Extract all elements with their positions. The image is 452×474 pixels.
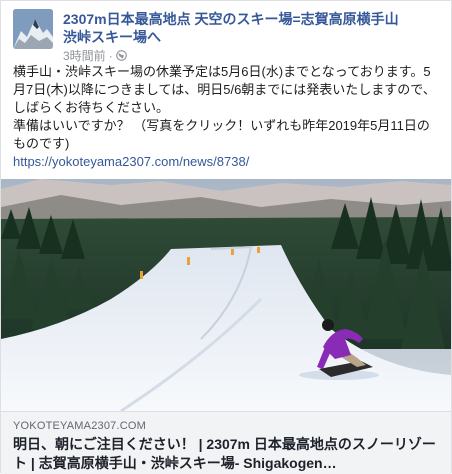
link-preview[interactable]: YOKOTEYAMA2307.COM 明日、朝にご注目ください！ | 2307m… xyxy=(1,411,451,474)
post-header: 2307m日本最高地点 天空のスキー場=志賀高原横手山渋峠スキー場へ 3時間前 … xyxy=(13,9,443,64)
post-link-url[interactable]: https://yokoteyama2307.com/news/8738/ xyxy=(13,154,249,169)
meta-separator: · xyxy=(108,48,113,63)
preview-domain: YOKOTEYAMA2307.COM xyxy=(13,420,146,432)
post-text: 横手山・渋峠スキー場の休業予定は5月6日(水)までとなっております。5月7日(木… xyxy=(13,63,441,171)
post-text-paragraph-1: 横手山・渋峠スキー場の休業予定は5月6日(水)までとなっております。5月7日(木… xyxy=(13,64,436,115)
globe-icon[interactable] xyxy=(115,50,127,61)
preview-title[interactable]: 明日、朝にご注目ください！ | 2307m 日本最高地点のスノーリゾート | 志… xyxy=(13,435,443,473)
mountain-avatar-image xyxy=(13,9,53,49)
ski-slope-photo xyxy=(1,179,451,411)
post-timestamp[interactable]: 3時間前 xyxy=(63,47,106,64)
post-photo[interactable] xyxy=(1,179,451,411)
post-meta: 3時間前 · xyxy=(63,47,127,64)
facebook-post-card: 2307m日本最高地点 天空のスキー場=志賀高原横手山渋峠スキー場へ 3時間前 … xyxy=(0,0,452,474)
post-text-paragraph-2: 準備はいいですか？ （写真をクリック！いずれも昨年2019年5月11日のものです… xyxy=(13,118,430,151)
page-avatar[interactable] xyxy=(13,9,53,49)
page-name-link[interactable]: 2307m日本最高地点 天空のスキー場=志賀高原横手山渋峠スキー場へ xyxy=(63,10,403,46)
